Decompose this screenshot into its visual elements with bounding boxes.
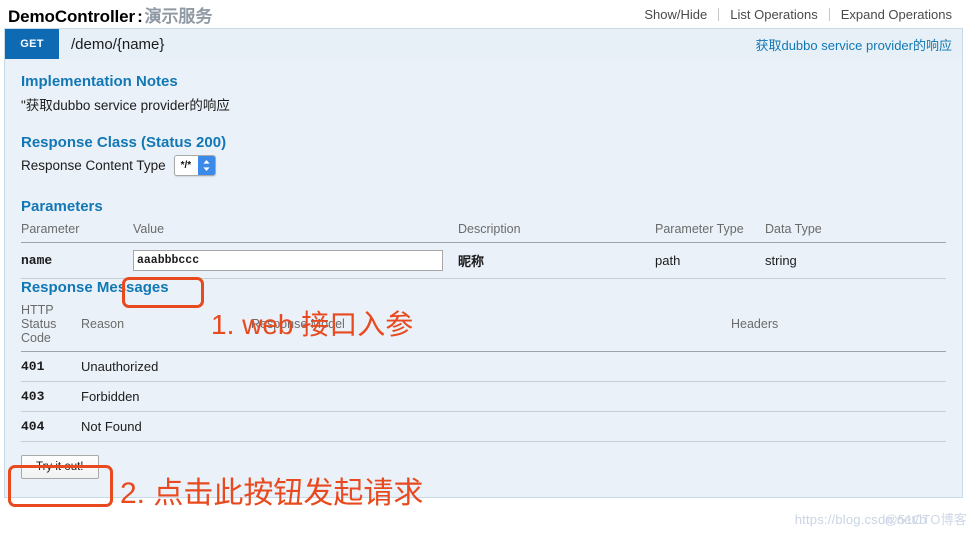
table-row: 403 Forbidden xyxy=(21,381,946,412)
parameter-type-cell: path xyxy=(655,242,765,279)
column-header-value: Value xyxy=(133,219,458,243)
column-header-parameter-type: Parameter Type xyxy=(655,219,765,243)
status-code-cell: 404 xyxy=(21,411,81,442)
headers-cell xyxy=(731,411,946,442)
implementation-notes-heading: Implementation Notes xyxy=(21,73,178,90)
title-separator: : xyxy=(137,6,143,26)
table-row: name 昵称 path string xyxy=(21,242,946,279)
expand-operations-link[interactable]: Expand Operations xyxy=(830,7,963,22)
status-code-cell: 403 xyxy=(21,381,81,412)
operation-content: Implementation Notes "获取dubbo service pr… xyxy=(5,59,962,497)
parameter-data-type-cell: string xyxy=(765,242,946,279)
resource-header: DemoController: 演示服务 Show/Hide List Opera… xyxy=(0,0,975,28)
response-model-cell xyxy=(251,351,731,382)
parameter-value-input[interactable] xyxy=(133,250,443,271)
operation-summary[interactable]: 获取dubbo service provider的响应 xyxy=(755,35,962,54)
response-content-type-value: */* xyxy=(180,160,192,171)
chevron-updown-icon[interactable] xyxy=(198,156,216,175)
table-row: 401 Unauthorized xyxy=(21,351,946,382)
controller-subtitle: 演示服务 xyxy=(144,6,213,26)
headers-cell xyxy=(731,381,946,412)
response-model-cell xyxy=(251,381,731,412)
parameter-name-cell: name xyxy=(21,242,133,279)
watermark: https://blog.csdn.net/b@51CTO博客 xyxy=(795,509,967,528)
parameters-header-row: Parameter Value Description Parameter Ty… xyxy=(21,219,946,243)
operation-bar[interactable]: GET /demo/{name} 获取dubbo service provide… xyxy=(5,29,962,59)
column-header-reason: Reason xyxy=(81,300,251,352)
response-messages-table: HTTP Status Code Reason Response Model H… xyxy=(21,300,946,442)
response-content-type-label: Response Content Type xyxy=(21,158,166,173)
status-code-cell: 401 xyxy=(21,351,81,382)
parameter-description-cell: 昵称 xyxy=(458,242,655,279)
try-it-out-wrapper: Try it out! xyxy=(21,455,946,479)
reason-cell: Forbidden xyxy=(81,381,251,412)
response-content-type-row: Response Content Type */* xyxy=(21,155,946,176)
column-header-description: Description xyxy=(458,219,655,243)
http-method-badge: GET xyxy=(5,29,59,59)
watermark-site: @51CTO博客 xyxy=(884,512,967,527)
column-header-http-status-code: HTTP Status Code xyxy=(21,300,81,352)
response-content-type-select[interactable]: */* xyxy=(173,155,217,176)
page-title: DemoController: 演示服务 xyxy=(8,2,212,27)
response-messages-heading: Response Messages xyxy=(21,279,169,296)
show-hide-link[interactable]: Show/Hide xyxy=(633,7,718,22)
reason-cell: Not Found xyxy=(81,411,251,442)
reason-cell: Unauthorized xyxy=(81,351,251,382)
controller-name: DemoController xyxy=(8,6,136,26)
implementation-notes-text: "获取dubbo service provider的响应 xyxy=(21,98,230,113)
column-header-response-model: Response Model xyxy=(251,300,731,352)
response-class-heading: Response Class (Status 200) xyxy=(21,134,227,151)
response-messages-header-row: HTTP Status Code Reason Response Model H… xyxy=(21,300,946,352)
column-header-headers: Headers xyxy=(731,300,946,352)
header-options: Show/Hide List Operations Expand Operati… xyxy=(633,7,963,22)
headers-cell xyxy=(731,351,946,382)
operation-panel: GET /demo/{name} 获取dubbo service provide… xyxy=(4,28,963,498)
watermark-url: https://blog.csdn.net/b xyxy=(794,512,927,527)
parameter-value-cell xyxy=(133,242,458,279)
column-header-parameter: Parameter xyxy=(21,219,133,243)
list-operations-link[interactable]: List Operations xyxy=(719,7,828,22)
column-header-data-type: Data Type xyxy=(765,219,946,243)
operation-path[interactable]: /demo/{name} xyxy=(59,36,755,53)
response-model-cell xyxy=(251,411,731,442)
try-it-out-button[interactable]: Try it out! xyxy=(21,455,99,479)
parameters-table: Parameter Value Description Parameter Ty… xyxy=(21,219,946,279)
parameters-heading: Parameters xyxy=(21,198,103,215)
table-row: 404 Not Found xyxy=(21,411,946,442)
